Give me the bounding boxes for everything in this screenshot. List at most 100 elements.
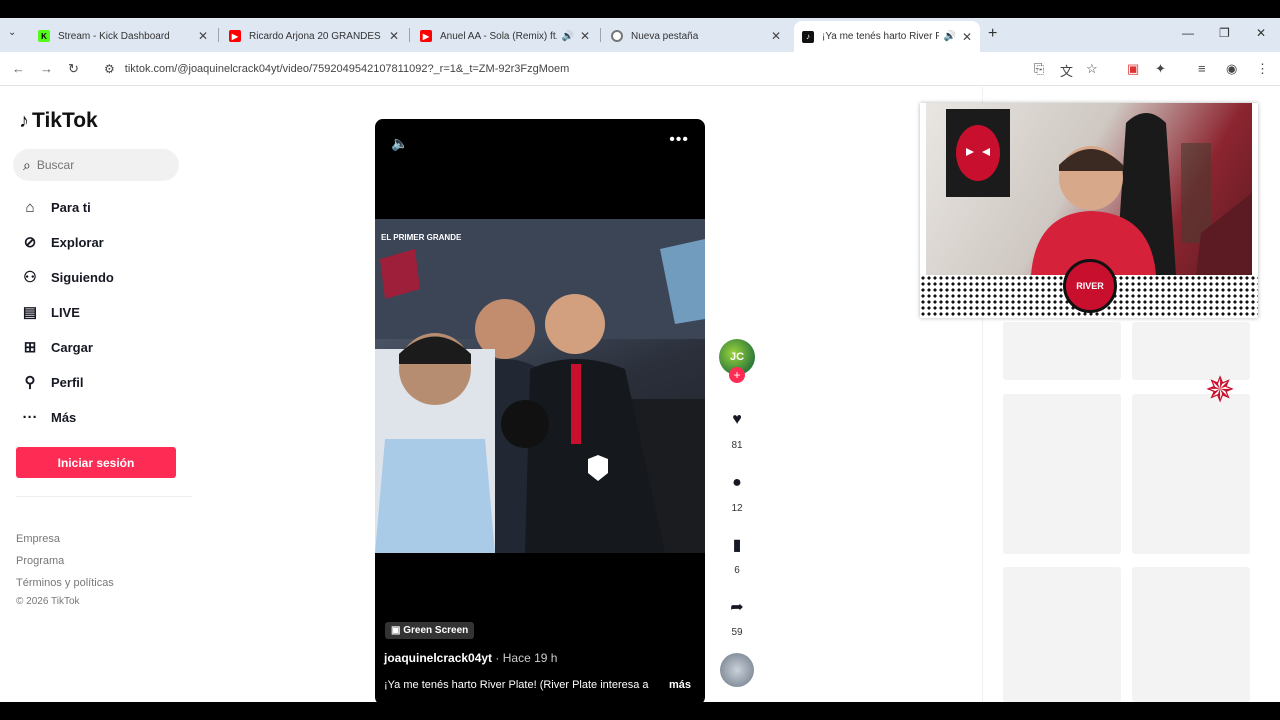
site-info-icon[interactable]: ⚙ <box>104 62 115 76</box>
footer-link-terminos[interactable]: Términos y políticas <box>16 577 114 589</box>
chrome-favicon-icon <box>611 30 623 42</box>
share-action[interactable]: ➦ 59 <box>717 591 757 638</box>
loading-placeholder <box>1132 567 1250 702</box>
nav-mas[interactable]: ··· Más <box>20 403 77 431</box>
tab-youtube-anuel[interactable]: ▶ Anuel AA - Sola (Remix) ft. D 🔊 ✕ <box>412 22 598 50</box>
more-caption-link[interactable]: más <box>669 679 691 691</box>
copyright: © 2026 TikTok <box>16 596 80 607</box>
tab-strip: ⌄ K Stream - Kick Dashboard ✕ ▶ Ricardo … <box>0 18 1280 52</box>
youtube-favicon-icon: ▶ <box>229 30 241 42</box>
new-tab-icon[interactable]: + <box>988 25 997 43</box>
comment-count: 12 <box>731 503 743 514</box>
loading-placeholder <box>1003 567 1121 702</box>
tab-search-icon[interactable]: ⌄ <box>8 27 16 38</box>
tiktok-favicon-icon: ♪ <box>802 30 814 43</box>
reload-icon[interactable]: ↻ <box>68 61 79 77</box>
profile-icon[interactable]: ◉ <box>1226 61 1237 77</box>
upload-icon: ⊞ <box>23 339 37 356</box>
nav-siguiendo[interactable]: ⚇ Siguiendo <box>20 263 114 291</box>
search-bar[interactable]: ⌕ <box>13 149 179 181</box>
like-action[interactable]: ♥ 81 <box>717 404 757 451</box>
translate-icon[interactable]: 文 <box>1060 61 1073 80</box>
nav-para-ti[interactable]: ⌂ Para ti <box>20 193 90 221</box>
close-tab-icon[interactable]: ✕ <box>198 29 208 43</box>
install-app-icon[interactable]: ⎘ <box>1034 61 1044 77</box>
tiktok-page: ♪ TikTok ⌕ ⌂ Para ti ⊘ Explorar ⚇ Siguie… <box>0 87 1280 702</box>
nav-explorar[interactable]: ⊘ Explorar <box>20 228 104 256</box>
live-icon: ▤ <box>22 304 38 321</box>
volume-icon[interactable]: 🔈 <box>391 135 408 152</box>
loading-placeholder <box>1132 394 1250 554</box>
nav-live[interactable]: ▤ LIVE <box>20 298 80 326</box>
close-tab-icon[interactable]: ✕ <box>771 29 781 43</box>
video-player[interactable]: 🔈 ••• EL PRIMER GRANDE ▣ Green Screen jo… <box>375 119 705 702</box>
webcam-scene-illustration <box>946 109 1252 275</box>
video-author[interactable]: joaquinelcrack04yt · Hace 19 h <box>384 651 557 665</box>
search-icon[interactable]: ⌕ <box>23 157 31 174</box>
tiktok-note-icon: ♪ <box>19 109 29 132</box>
youtube-favicon-icon: ▶ <box>420 30 432 42</box>
webcam-overlay: RIVER <box>920 103 1258 318</box>
tab-new[interactable]: Nueva pestaña ✕ <box>603 22 789 50</box>
more-options-icon[interactable]: ••• <box>669 131 689 149</box>
person-icon: ⚲ <box>24 374 36 391</box>
browser-window: ⌄ K Stream - Kick Dashboard ✕ ▶ Ricardo … <box>0 18 1280 702</box>
menu-icon[interactable]: ⋮ <box>1256 61 1269 77</box>
tiktok-logo[interactable]: ♪ TikTok <box>19 109 98 133</box>
spider-decoration-icon: ✵ <box>1205 369 1236 410</box>
url-text[interactable]: tiktok.com/@joaquinelcrack04yt/video/759… <box>125 63 570 75</box>
media-control-icon[interactable]: ≡ <box>1198 61 1206 76</box>
sound-disc[interactable] <box>717 653 757 687</box>
author-avatar[interactable]: JC + <box>717 339 757 383</box>
sidebar-divider <box>16 496 192 497</box>
footer-link-empresa[interactable]: Empresa <box>16 533 60 545</box>
extensions-puzzle-icon[interactable]: ✦ <box>1155 61 1166 77</box>
back-icon[interactable]: ← <box>12 61 25 76</box>
follow-plus-icon[interactable]: + <box>729 367 745 383</box>
tab-youtube-arjona[interactable]: ▶ Ricardo Arjona 20 GRANDES EX ✕ <box>221 22 407 50</box>
heart-icon[interactable]: ♥ <box>721 404 753 436</box>
video-frame <box>375 219 705 553</box>
extension-icon[interactable]: ▣ <box>1127 61 1139 77</box>
search-input[interactable] <box>36 158 157 172</box>
like-count: 81 <box>731 440 743 451</box>
compass-icon: ⊘ <box>23 234 37 251</box>
tab-tiktok-active[interactable]: ♪ ¡Ya me tenés harto River Pla 🔊 ✕ <box>794 21 980 52</box>
audio-playing-icon[interactable]: 🔊 <box>943 31 955 42</box>
close-tab-icon[interactable]: ✕ <box>580 29 590 43</box>
loading-placeholder <box>1003 322 1121 380</box>
sound-disc-icon[interactable] <box>720 653 754 687</box>
bookmark-icon[interactable]: ▮ <box>721 529 753 561</box>
close-tab-icon[interactable]: ✕ <box>389 29 399 43</box>
webcam-video <box>926 103 1252 275</box>
browser-toolbar: ← → ↻ ⚙ tiktok.com/@joaquinelcrack04yt/v… <box>0 52 1280 86</box>
address-bar[interactable]: ⚙ tiktok.com/@joaquinelcrack04yt/video/7… <box>96 56 1096 82</box>
minimize-icon[interactable]: — <box>1182 26 1194 40</box>
close-tab-icon[interactable]: ✕ <box>962 30 972 44</box>
close-window-icon[interactable]: ✕ <box>1256 26 1266 40</box>
kick-favicon-icon: K <box>38 30 50 42</box>
share-count: 59 <box>731 627 743 638</box>
forward-icon[interactable]: → <box>40 61 53 76</box>
tab-kick[interactable]: K Stream - Kick Dashboard ✕ <box>30 22 216 50</box>
save-action[interactable]: ▮ 6 <box>717 529 757 576</box>
home-icon: ⌂ <box>25 198 35 216</box>
nav-cargar[interactable]: ⊞ Cargar <box>20 333 93 361</box>
channel-watermark: EL PRIMER GRANDE <box>381 233 462 242</box>
comment-icon[interactable]: ● <box>721 467 753 499</box>
share-arrow-icon[interactable]: ➦ <box>721 591 753 623</box>
save-count: 6 <box>734 565 740 576</box>
loading-placeholder <box>1003 394 1121 554</box>
bookmark-star-icon[interactable]: ☆ <box>1086 61 1098 77</box>
video-scene-illustration <box>375 219 705 553</box>
login-button[interactable]: Iniciar sesión <box>16 447 176 478</box>
user-follow-icon: ⚇ <box>23 269 37 286</box>
restore-icon[interactable]: ❐ <box>1219 26 1230 40</box>
audio-playing-icon[interactable]: 🔊 <box>561 31 573 42</box>
comment-action[interactable]: ● 12 <box>717 467 757 514</box>
nav-perfil[interactable]: ⚲ Perfil <box>20 368 84 396</box>
video-caption: ¡Ya me tenés harto River Plate! (River P… <box>384 679 649 691</box>
green-screen-badge[interactable]: ▣ Green Screen <box>385 622 475 639</box>
footer-link-programa[interactable]: Programa <box>16 555 64 567</box>
ellipsis-icon: ··· <box>22 408 38 426</box>
